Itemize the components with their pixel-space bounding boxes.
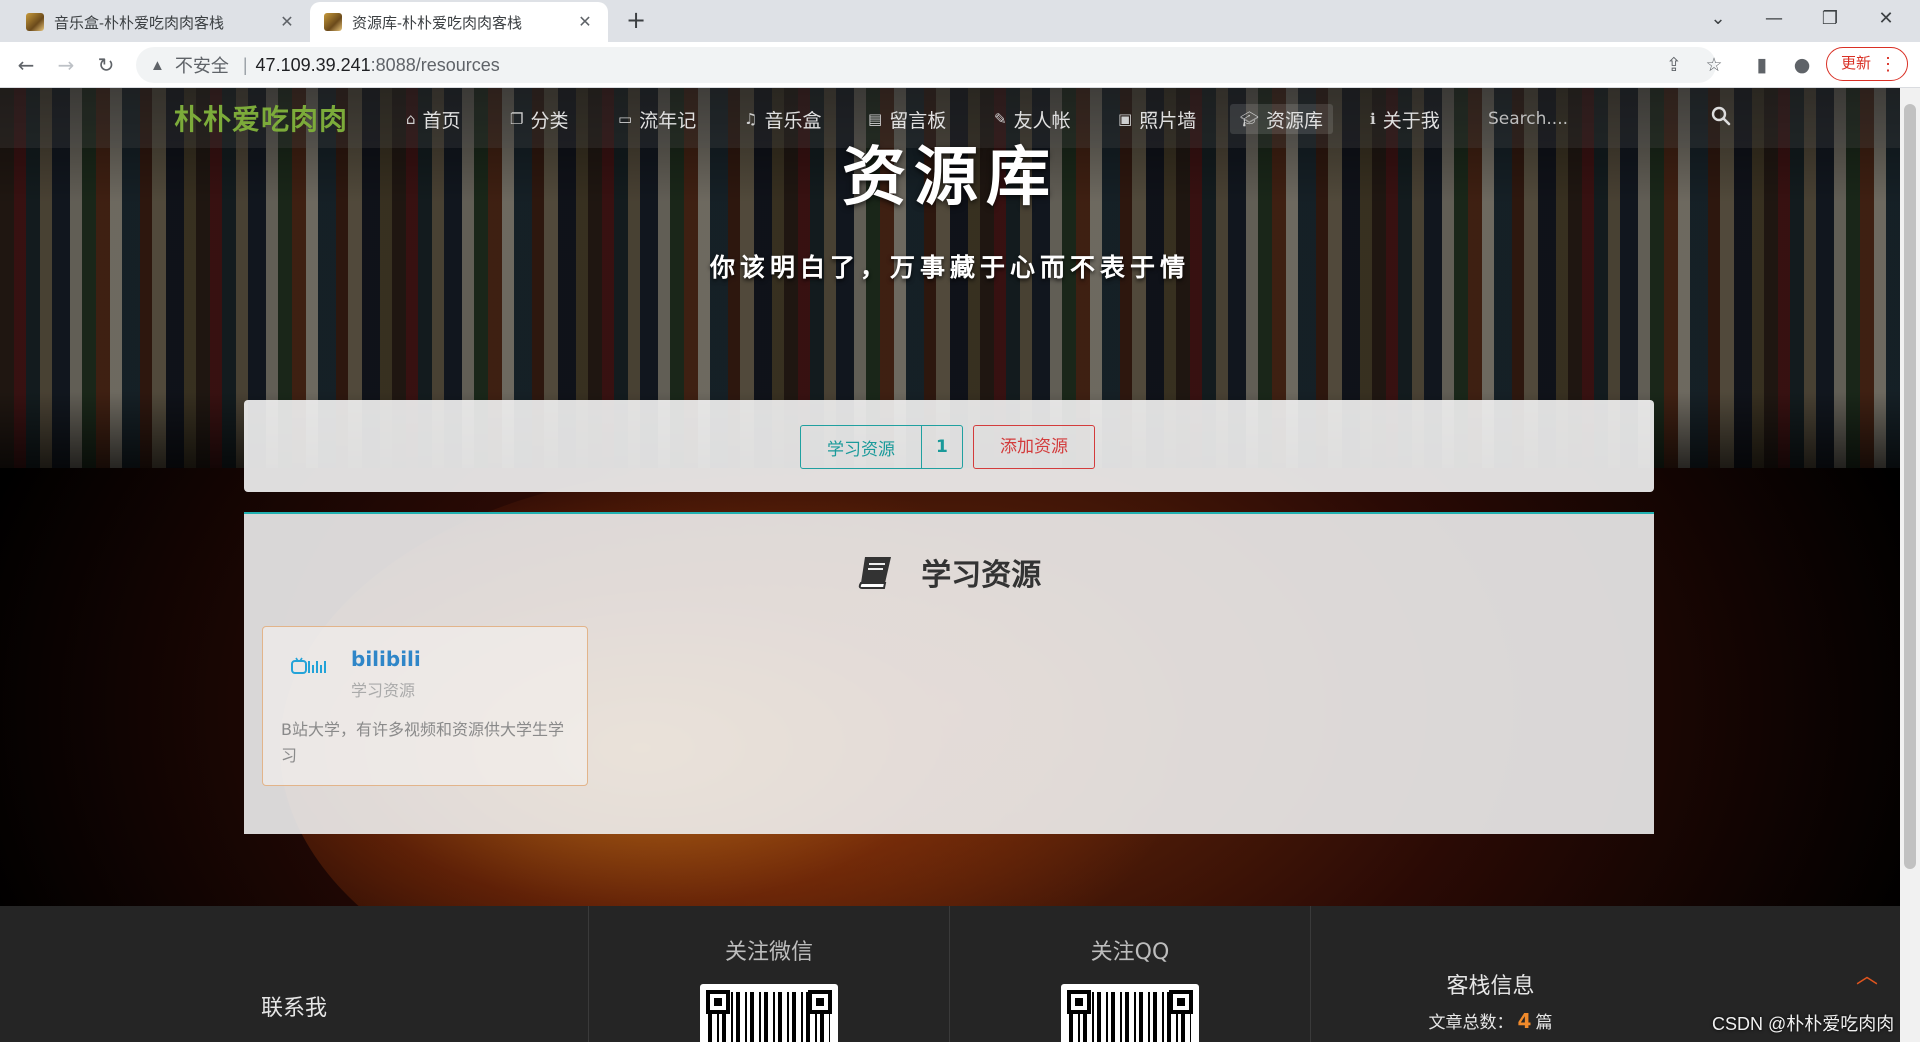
warning-icon[interactable]: ▲: [150, 57, 165, 74]
qr-finder: [808, 990, 832, 1014]
footer-info-heading: 客栈信息: [1446, 974, 1535, 999]
close-tab-icon[interactable]: ✕: [576, 12, 594, 32]
browser-tabstrip: 音乐盒-朴朴爱吃肉肉客栈 ✕ 资源库-朴朴爱吃肉肉客栈 ✕ + ⌄ — ❐ ✕: [0, 0, 1920, 42]
footer-wechat: 关注微信: [588, 906, 949, 1042]
site-footer: 联系我 关注微信 关注QQ 客栈信息 文章总数： 4 篇: [0, 906, 1900, 1042]
scrollbar-thumb[interactable]: [1904, 104, 1916, 869]
tab-count-badge: 1: [921, 426, 962, 468]
qr-finder: [1067, 990, 1091, 1014]
page-title: 资源库: [842, 140, 1058, 215]
wechat-qr-code: [700, 984, 838, 1042]
section-heading: 学习资源: [244, 550, 1654, 594]
tab-label: 学习资源: [827, 439, 895, 460]
browser-toolbar: ← → ↻ ▲ 不安全 | 47.109.39.241 :8088/resour…: [0, 42, 1920, 88]
window-close-icon[interactable]: ✕: [1858, 0, 1914, 40]
menu-dots-icon[interactable]: ⋮: [1879, 48, 1897, 80]
page-subtitle: 你该明白了，万事藏于心而不表于情: [709, 253, 1190, 282]
share-icon[interactable]: ⇪: [1660, 51, 1688, 79]
bilibili-logo-icon: [291, 657, 331, 679]
footer-qq: 关注QQ: [949, 906, 1310, 1042]
tab-study-resources[interactable]: 学习资源 1: [800, 425, 963, 469]
footer-contact: 联系我: [0, 906, 588, 1042]
url-host: 47.109.39.241: [255, 54, 371, 75]
new-tab-button[interactable]: +: [622, 6, 650, 34]
resource-description: B站大学，有许多视频和资源供大学生学习: [281, 720, 564, 765]
add-resource-button[interactable]: 添加资源: [973, 425, 1095, 469]
footer-wechat-heading: 关注微信: [724, 940, 813, 965]
favicon-icon: [26, 13, 44, 31]
url-separator: |: [242, 54, 248, 75]
section-title: 学习资源: [921, 558, 1042, 593]
resource-section: 学习资源 bilibili 学习资源 B站大学，有许多视频和资源供大学生学习: [244, 512, 1654, 834]
restore-icon[interactable]: ❐: [1802, 0, 1858, 40]
bookmark-star-icon[interactable]: ☆: [1700, 51, 1728, 79]
minimize-icon[interactable]: —: [1746, 0, 1802, 40]
page-viewport: 朴朴爱吃肉肉 ⌂ 首页 ❐ 分类 ▭ 流年记 ♫ 音乐盒 ▤ 留言板 ✎ 友人帐…: [0, 88, 1900, 1042]
update-button[interactable]: 更新 ⋮: [1826, 47, 1908, 81]
back-to-top-icon[interactable]: ︿: [1856, 958, 1878, 990]
browser-tab-title: 音乐盒-朴朴爱吃肉肉客栈: [54, 14, 224, 32]
article-count-value: 4: [1517, 1009, 1532, 1033]
update-label: 更新: [1841, 55, 1872, 72]
forward-icon[interactable]: →: [52, 51, 80, 79]
address-bar[interactable]: ▲ 不安全 | 47.109.39.241 :8088/resources: [136, 47, 1716, 83]
footer-site-info: 客栈信息 文章总数： 4 篇: [1310, 906, 1670, 1042]
csdn-watermark: CSDN @朴朴爱吃肉肉: [1712, 1014, 1895, 1034]
reload-icon[interactable]: ↻: [92, 51, 120, 79]
resource-category: 学习资源: [351, 681, 416, 700]
qr-finder: [1169, 990, 1193, 1014]
footer-qq-heading: 关注QQ: [1090, 940, 1170, 965]
browser-tab-music[interactable]: 音乐盒-朴朴爱吃肉肉客栈 ✕: [12, 2, 310, 42]
favicon-icon: [324, 13, 342, 31]
side-panel-icon[interactable]: ▮: [1748, 51, 1776, 79]
qq-qr-code: [1061, 984, 1199, 1042]
page-scrollbar[interactable]: [1900, 88, 1920, 1042]
resource-tabs-panel: 学习资源 1 添加资源: [244, 400, 1654, 492]
footer-contact-heading: 联系我: [260, 996, 327, 1021]
url-path: :8088/resources: [370, 54, 500, 75]
article-count-line: 文章总数： 4 篇: [1311, 1008, 1670, 1033]
resource-card[interactable]: bilibili 学习资源 B站大学，有许多视频和资源供大学生学习: [262, 626, 588, 786]
profile-avatar-icon[interactable]: ●: [1788, 51, 1816, 79]
insecure-label: 不安全: [174, 56, 229, 76]
browser-tab-title: 资源库-朴朴爱吃肉肉客栈: [352, 14, 522, 32]
article-count-label: 文章总数：: [1428, 1013, 1514, 1033]
book-icon: [857, 555, 895, 591]
back-icon[interactable]: ←: [12, 51, 40, 79]
tab-search-chevron-icon[interactable]: ⌄: [1690, 0, 1746, 40]
article-count-unit: 篇: [1535, 1013, 1553, 1033]
close-tab-icon[interactable]: ✕: [278, 12, 296, 32]
browser-tab-resources[interactable]: 资源库-朴朴爱吃肉肉客栈 ✕: [310, 2, 608, 42]
resource-name[interactable]: bilibili: [351, 647, 421, 671]
qr-finder: [706, 990, 730, 1014]
